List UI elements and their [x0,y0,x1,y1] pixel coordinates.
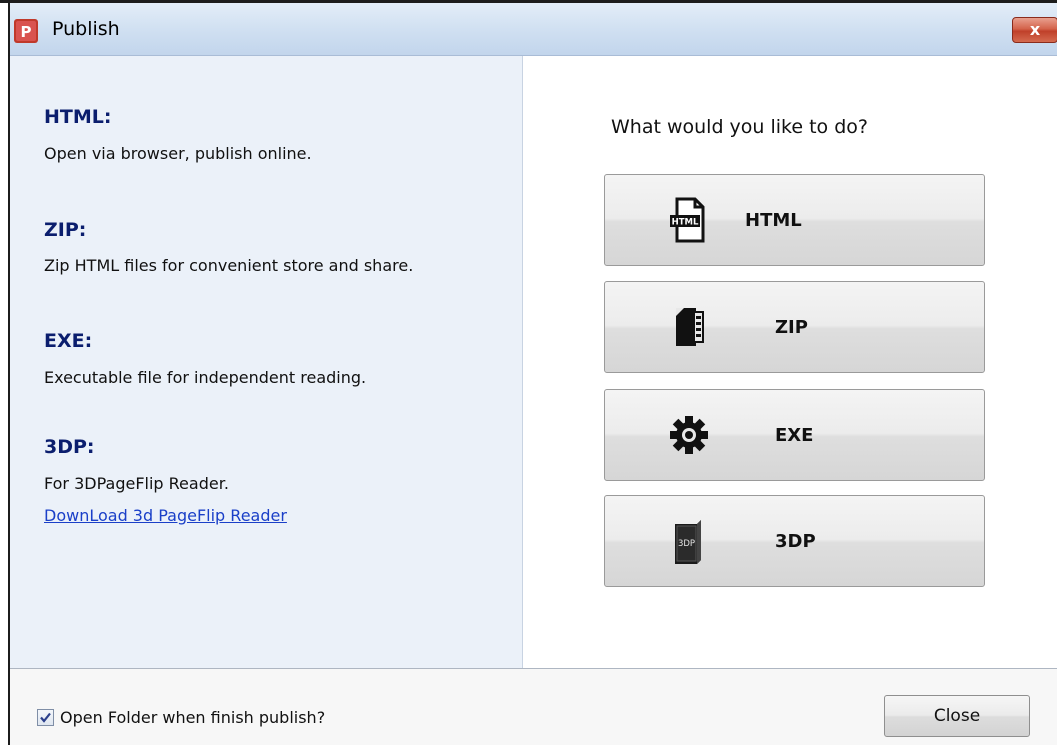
action-prompt: What would you like to do? [611,116,868,138]
zip-button-label: ZIP [775,317,808,338]
3dp-file-icon: 3DP [675,520,701,564]
publish-3dp-button[interactable]: 3DP 3DP [604,495,985,587]
publish-zip-button[interactable]: ZIP [604,281,985,373]
zip-format-desc: Zip HTML files for convenient store and … [44,256,414,275]
title-bar[interactable]: P Publish x [10,3,1057,56]
publish-exe-button[interactable]: EXE [604,389,985,481]
open-folder-checkbox[interactable] [37,709,54,726]
close-window-button[interactable]: x [1012,17,1057,43]
html-icon-text: HTML [672,218,699,228]
html-format-title: HTML: [44,106,112,128]
dialog-footer: Open Folder when finish publish? Close [10,669,1057,745]
exe-format-title: EXE: [44,330,93,352]
close-button[interactable]: Close [884,695,1030,737]
svg-text:P: P [21,23,32,41]
app-logo-icon: P [14,19,38,43]
window-title: Publish [52,18,120,40]
3dp-icon-text: 3DP [678,539,695,549]
publish-dialog: P Publish x HTML: Open via browser, publ… [0,0,1057,745]
gear-icon [670,416,708,454]
html-button-label: HTML [745,210,802,231]
html-format-desc: Open via browser, publish online. [44,144,312,163]
exe-format-desc: Executable file for independent reading. [44,368,367,387]
html-file-icon: HTML [670,197,705,243]
publish-html-button[interactable]: HTML HTML [604,174,985,266]
download-3dp-reader-link[interactable]: DownLoad 3d PageFlip Reader [44,506,287,525]
checkmark-icon [40,712,51,723]
actions-panel: What would you like to do? HTML HTML ZIP [523,56,1057,668]
exe-button-label: EXE [775,425,814,446]
open-folder-label[interactable]: Open Folder when finish publish? [60,708,325,727]
zip-file-icon [676,308,704,346]
format-descriptions-panel: HTML: Open via browser, publish online. … [10,56,523,668]
zip-format-title: ZIP: [44,219,87,241]
3dp-button-label: 3DP [775,531,816,552]
close-icon: x [1029,20,1041,39]
3dp-format-desc: For 3DPageFlip Reader. [44,474,229,493]
3dp-format-title: 3DP: [44,436,95,458]
